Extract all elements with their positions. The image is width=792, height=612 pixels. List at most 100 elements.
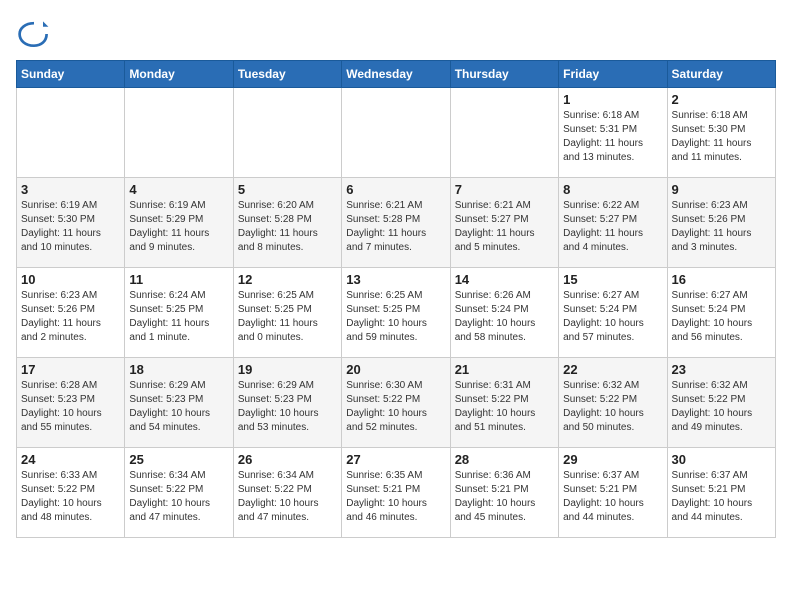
day-number: 16 — [672, 272, 771, 287]
day-info: Sunrise: 6:34 AM Sunset: 5:22 PM Dayligh… — [129, 469, 228, 525]
day-info: Sunrise: 6:19 AM Sunset: 5:30 PM Dayligh… — [21, 199, 120, 255]
day-number: 18 — [129, 362, 228, 377]
day-info: Sunrise: 6:27 AM Sunset: 5:24 PM Dayligh… — [672, 289, 771, 345]
day-info: Sunrise: 6:28 AM Sunset: 5:23 PM Dayligh… — [21, 379, 120, 435]
day-info: Sunrise: 6:35 AM Sunset: 5:21 PM Dayligh… — [346, 469, 445, 525]
week-row-5: 24 Sunrise: 6:33 AM Sunset: 5:22 PM Dayli… — [17, 448, 776, 538]
calendar-cell: 17 Sunrise: 6:28 AM Sunset: 5:23 PM Dayli… — [17, 358, 125, 448]
calendar-cell: 11Sunrise: 6:24 AM Sunset: 5:25 PM Dayli… — [125, 268, 233, 358]
day-number: 21 — [455, 362, 554, 377]
calendar-cell: 19 Sunrise: 6:29 AM Sunset: 5:23 PM Dayli… — [233, 358, 341, 448]
day-info: Sunrise: 6:31 AM Sunset: 5:22 PM Dayligh… — [455, 379, 554, 435]
day-number: 23 — [672, 362, 771, 377]
day-info: Sunrise: 6:23 AM Sunset: 5:26 PM Dayligh… — [672, 199, 771, 255]
week-row-1: 1 Sunrise: 6:18 AM Sunset: 5:31 PM Daylig… — [17, 88, 776, 178]
day-number: 3 — [21, 182, 120, 197]
day-info: Sunrise: 6:24 AM Sunset: 5:25 PM Dayligh… — [129, 289, 228, 345]
calendar-cell: 21 Sunrise: 6:31 AM Sunset: 5:22 PM Dayli… — [450, 358, 558, 448]
logo — [16, 16, 56, 52]
calendar-cell: 3 Sunrise: 6:19 AM Sunset: 5:30 PM Daylig… — [17, 178, 125, 268]
week-row-4: 17 Sunrise: 6:28 AM Sunset: 5:23 PM Dayli… — [17, 358, 776, 448]
day-number: 25 — [129, 452, 228, 467]
calendar-cell: 13 Sunrise: 6:25 AM Sunset: 5:25 PM Dayli… — [342, 268, 450, 358]
day-number: 13 — [346, 272, 445, 287]
weekday-header-thursday: Thursday — [450, 61, 558, 88]
week-row-3: 10Sunrise: 6:23 AM Sunset: 5:26 PM Dayli… — [17, 268, 776, 358]
day-info: Sunrise: 6:26 AM Sunset: 5:24 PM Dayligh… — [455, 289, 554, 345]
day-info: Sunrise: 6:37 AM Sunset: 5:21 PM Dayligh… — [563, 469, 662, 525]
day-info: Sunrise: 6:22 AM Sunset: 5:27 PM Dayligh… — [563, 199, 662, 255]
calendar-cell: 18Sunrise: 6:29 AM Sunset: 5:23 PM Dayli… — [125, 358, 233, 448]
calendar-cell: 2 Sunrise: 6:18 AM Sunset: 5:30 PM Daylig… — [667, 88, 775, 178]
page-header — [16, 16, 776, 52]
day-number: 14 — [455, 272, 554, 287]
day-number: 15 — [563, 272, 662, 287]
day-number: 10 — [21, 272, 120, 287]
weekday-header-wednesday: Wednesday — [342, 61, 450, 88]
calendar-cell: 30 Sunrise: 6:37 AM Sunset: 5:21 PM Dayli… — [667, 448, 775, 538]
day-number: 22 — [563, 362, 662, 377]
day-number: 26 — [238, 452, 337, 467]
calendar-cell — [233, 88, 341, 178]
day-info: Sunrise: 6:34 AM Sunset: 5:22 PM Dayligh… — [238, 469, 337, 525]
logo-icon — [16, 16, 52, 52]
day-info: Sunrise: 6:25 AM Sunset: 5:25 PM Dayligh… — [346, 289, 445, 345]
day-number: 1 — [563, 92, 662, 107]
calendar-cell: 1 Sunrise: 6:18 AM Sunset: 5:31 PM Daylig… — [559, 88, 667, 178]
day-number: 17 — [21, 362, 120, 377]
calendar-cell: 15Sunrise: 6:27 AM Sunset: 5:24 PM Dayli… — [559, 268, 667, 358]
calendar-cell: 22 Sunrise: 6:32 AM Sunset: 5:22 PM Dayli… — [559, 358, 667, 448]
day-number: 30 — [672, 452, 771, 467]
calendar-cell: 10Sunrise: 6:23 AM Sunset: 5:26 PM Dayli… — [17, 268, 125, 358]
calendar-cell — [17, 88, 125, 178]
day-number: 28 — [455, 452, 554, 467]
weekday-header-saturday: Saturday — [667, 61, 775, 88]
day-number: 2 — [672, 92, 771, 107]
day-number: 19 — [238, 362, 337, 377]
calendar-cell: 25 Sunrise: 6:34 AM Sunset: 5:22 PM Dayli… — [125, 448, 233, 538]
week-row-2: 3 Sunrise: 6:19 AM Sunset: 5:30 PM Daylig… — [17, 178, 776, 268]
calendar-cell — [125, 88, 233, 178]
weekday-header-monday: Monday — [125, 61, 233, 88]
calendar-cell: 12Sunrise: 6:25 AM Sunset: 5:25 PM Dayli… — [233, 268, 341, 358]
day-number: 6 — [346, 182, 445, 197]
calendar-cell: 7 Sunrise: 6:21 AM Sunset: 5:27 PM Daylig… — [450, 178, 558, 268]
weekday-header-row: SundayMondayTuesdayWednesdayThursdayFrid… — [17, 61, 776, 88]
day-info: Sunrise: 6:32 AM Sunset: 5:22 PM Dayligh… — [563, 379, 662, 435]
calendar: SundayMondayTuesdayWednesdayThursdayFrid… — [16, 60, 776, 538]
day-info: Sunrise: 6:18 AM Sunset: 5:30 PM Dayligh… — [672, 109, 771, 165]
day-info: Sunrise: 6:32 AM Sunset: 5:22 PM Dayligh… — [672, 379, 771, 435]
calendar-cell: 8Sunrise: 6:22 AM Sunset: 5:27 PM Daylig… — [559, 178, 667, 268]
weekday-header-friday: Friday — [559, 61, 667, 88]
day-info: Sunrise: 6:18 AM Sunset: 5:31 PM Dayligh… — [563, 109, 662, 165]
weekday-header-sunday: Sunday — [17, 61, 125, 88]
day-number: 27 — [346, 452, 445, 467]
calendar-cell: 5 Sunrise: 6:20 AM Sunset: 5:28 PM Daylig… — [233, 178, 341, 268]
day-info: Sunrise: 6:33 AM Sunset: 5:22 PM Dayligh… — [21, 469, 120, 525]
day-info: Sunrise: 6:29 AM Sunset: 5:23 PM Dayligh… — [238, 379, 337, 435]
day-number: 5 — [238, 182, 337, 197]
calendar-cell: 20 Sunrise: 6:30 AM Sunset: 5:22 PM Dayli… — [342, 358, 450, 448]
day-number: 12 — [238, 272, 337, 287]
day-info: Sunrise: 6:21 AM Sunset: 5:27 PM Dayligh… — [455, 199, 554, 255]
day-info: Sunrise: 6:37 AM Sunset: 5:21 PM Dayligh… — [672, 469, 771, 525]
calendar-cell — [450, 88, 558, 178]
day-info: Sunrise: 6:20 AM Sunset: 5:28 PM Dayligh… — [238, 199, 337, 255]
day-number: 24 — [21, 452, 120, 467]
day-number: 9 — [672, 182, 771, 197]
weekday-header-tuesday: Tuesday — [233, 61, 341, 88]
day-number: 29 — [563, 452, 662, 467]
calendar-cell: 23 Sunrise: 6:32 AM Sunset: 5:22 PM Dayli… — [667, 358, 775, 448]
calendar-cell: 6 Sunrise: 6:21 AM Sunset: 5:28 PM Daylig… — [342, 178, 450, 268]
day-number: 4 — [129, 182, 228, 197]
day-number: 7 — [455, 182, 554, 197]
calendar-cell: 4 Sunrise: 6:19 AM Sunset: 5:29 PM Daylig… — [125, 178, 233, 268]
day-number: 20 — [346, 362, 445, 377]
calendar-cell — [342, 88, 450, 178]
calendar-cell: 14 Sunrise: 6:26 AM Sunset: 5:24 PM Dayli… — [450, 268, 558, 358]
day-info: Sunrise: 6:21 AM Sunset: 5:28 PM Dayligh… — [346, 199, 445, 255]
calendar-cell: 27 Sunrise: 6:35 AM Sunset: 5:21 PM Dayli… — [342, 448, 450, 538]
calendar-cell: 26 Sunrise: 6:34 AM Sunset: 5:22 PM Dayli… — [233, 448, 341, 538]
day-info: Sunrise: 6:30 AM Sunset: 5:22 PM Dayligh… — [346, 379, 445, 435]
day-info: Sunrise: 6:19 AM Sunset: 5:29 PM Dayligh… — [129, 199, 228, 255]
